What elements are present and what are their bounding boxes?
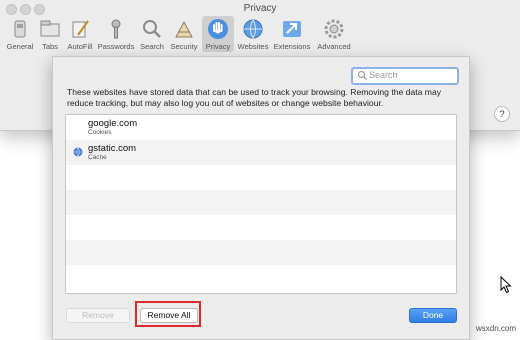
website-name: gstatic.com [88,143,137,154]
empty-row [66,265,456,290]
tab-advanced[interactable]: Advanced [314,16,354,52]
globe-icon [243,19,263,39]
tab-websites[interactable]: Websites [236,16,270,52]
search-icon [143,20,161,38]
gear-icon [324,19,344,39]
description-text: These websites have stored data that can… [67,87,442,108]
tab-security[interactable]: Security [168,16,200,52]
window-title: Privacy [243,3,277,14]
help-button[interactable]: ? [494,106,510,122]
tab-label: Privacy [205,42,231,51]
preferences-toolbar: General Tabs AutoFill Passwords Search S… [0,14,520,52]
tab-tabs[interactable]: Tabs [38,16,62,52]
empty-row [66,190,456,215]
website-name: google.com [88,118,138,129]
tab-autofill[interactable]: AutoFill [64,16,96,52]
tab-search[interactable]: Search [138,16,166,52]
tab-label: Tabs [42,42,58,51]
tab-general[interactable]: General [4,16,36,52]
tabs-icon [40,20,60,37]
mouse-cursor-icon [500,276,512,294]
data-type: Cache [88,154,107,161]
website-data-list[interactable]: google.com Cookies gstatic.com Cache [65,114,457,294]
tab-label: AutoFill [67,42,93,51]
security-icon [175,20,193,38]
website-data-sheet: Search These websites have stored data t… [52,56,470,340]
remove-button[interactable]: Remove [66,308,130,323]
tab-extensions[interactable]: Extensions [272,16,312,52]
title-bar: Privacy [0,0,520,15]
tab-label: Security [170,42,198,51]
extensions-icon [283,21,301,37]
privacy-hand-icon [208,19,228,39]
key-icon [111,19,121,39]
search-placeholder: Search [369,70,398,80]
tab-label: Search [140,42,164,51]
done-button[interactable]: Done [409,308,457,323]
tab-label: Extensions [273,42,311,51]
empty-row [66,215,456,240]
tab-label: General [6,42,34,51]
tab-label: Passwords [97,42,135,51]
tab-privacy[interactable]: Privacy [202,16,234,52]
data-type: Cookies [88,129,112,136]
search-field[interactable]: Search [351,67,459,85]
list-item[interactable]: google.com Cookies [66,115,456,140]
empty-row [66,240,456,265]
search-icon [357,70,367,80]
watermark: wsxdn.com [476,324,517,333]
tab-label: Advanced [317,42,351,51]
tab-passwords[interactable]: Passwords [96,16,136,52]
list-item[interactable]: gstatic.com Cache [66,140,456,165]
tab-label: Websites [237,42,269,51]
empty-row [66,165,456,190]
autofill-icon [72,20,89,38]
highlight-box [135,301,201,327]
general-icon [14,20,26,38]
globe-icon [73,147,83,157]
